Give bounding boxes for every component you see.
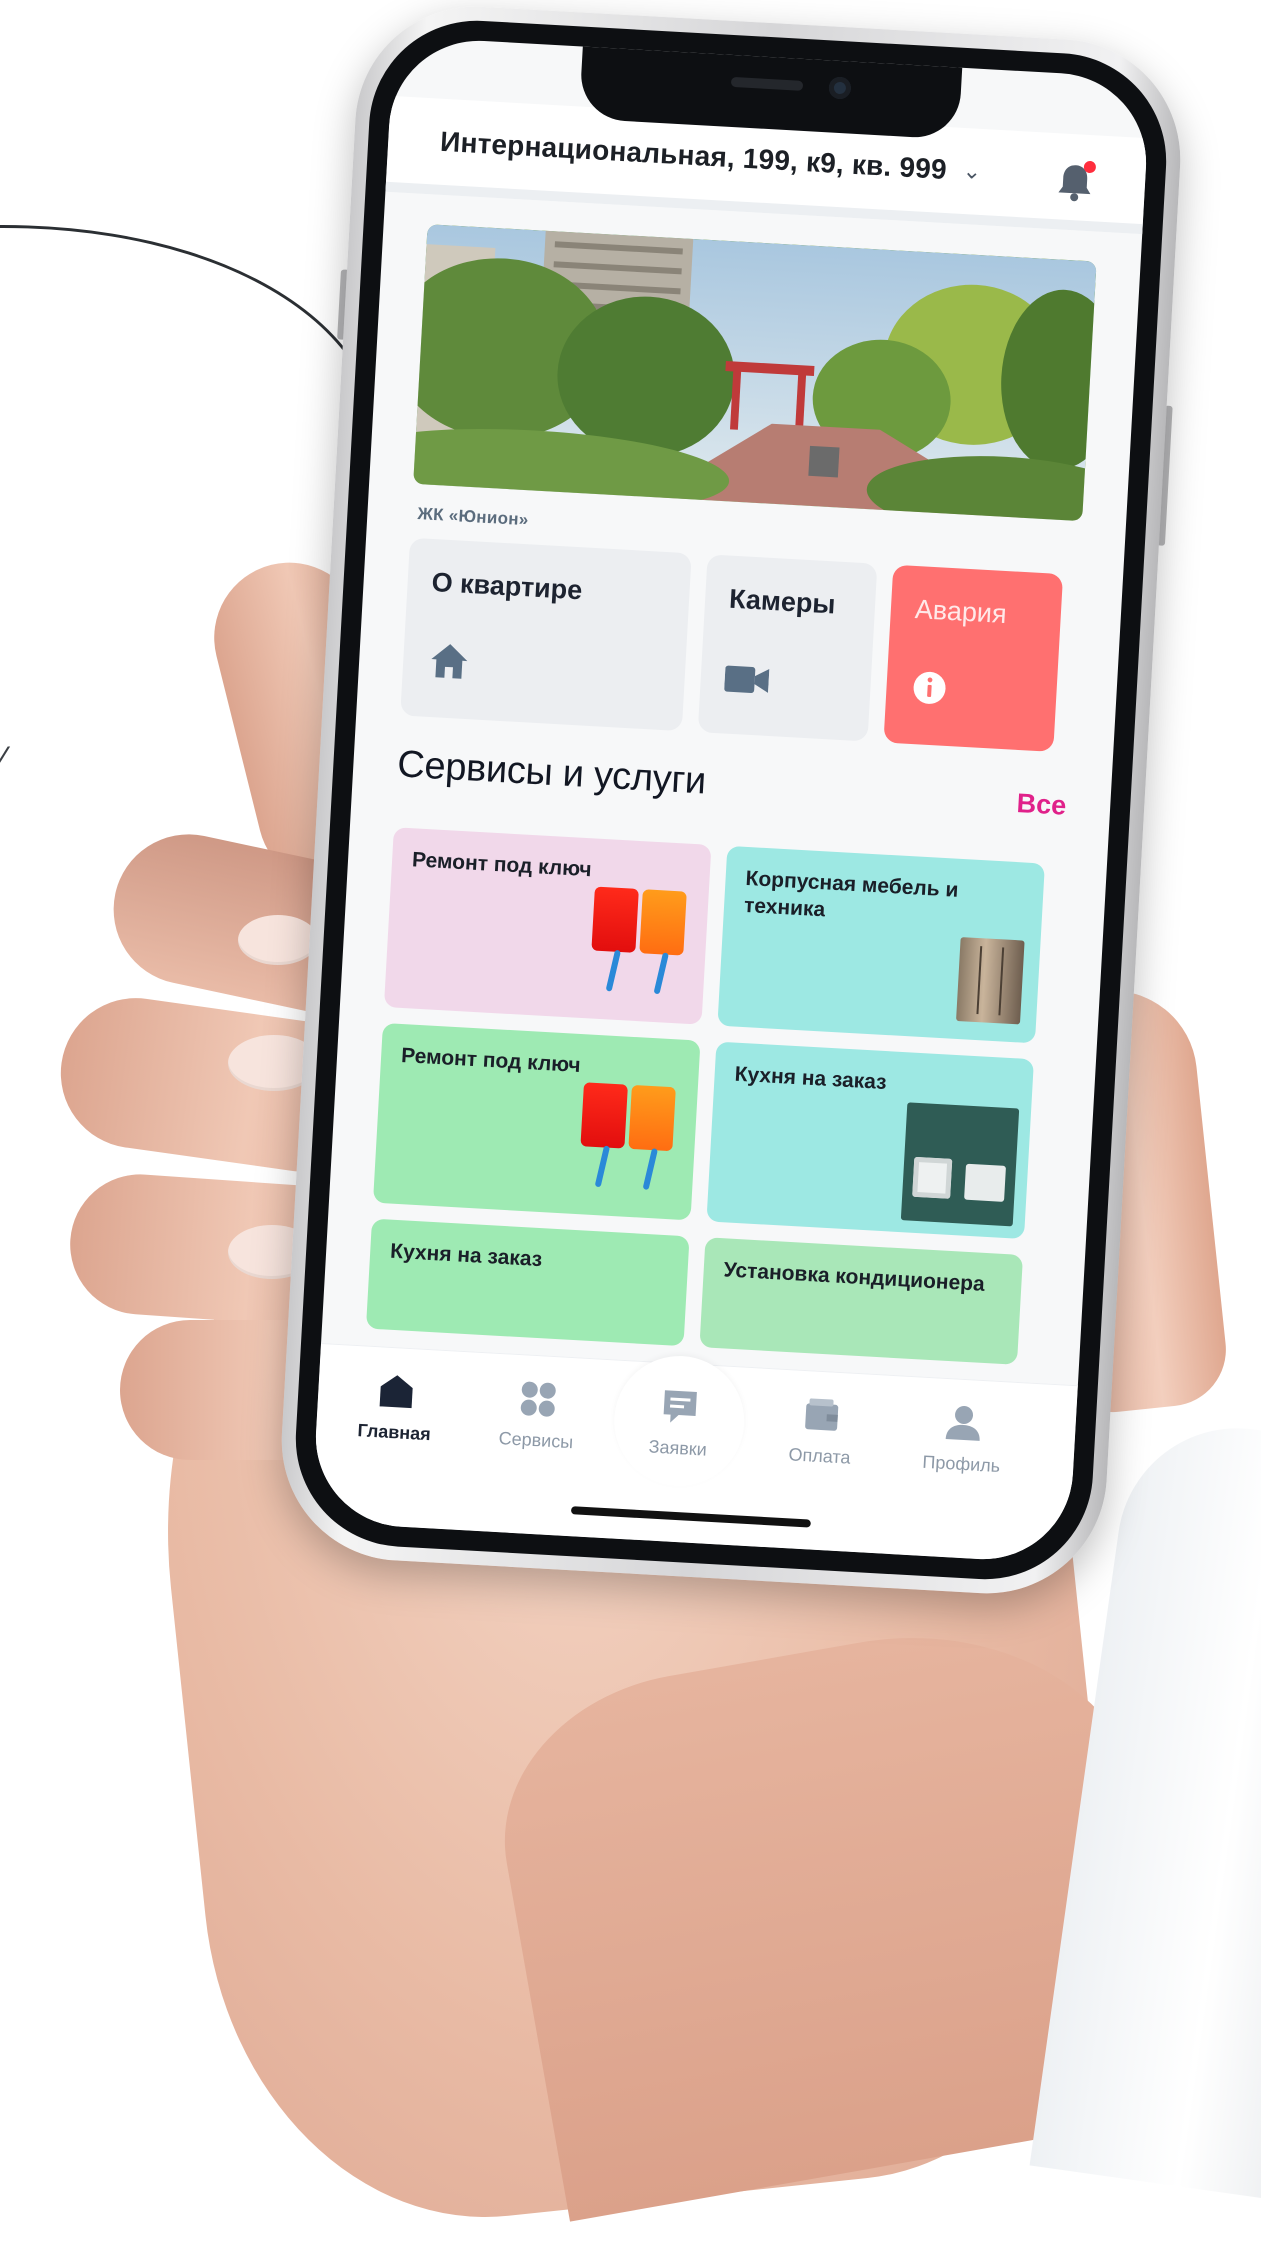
alarm-tile-label: Авария — [914, 593, 1008, 630]
tab-payment[interactable]: Оплата — [749, 1392, 893, 1471]
user-icon — [944, 1403, 984, 1443]
apartment-tile-label: О квартире — [430, 566, 584, 606]
fingernail — [238, 915, 318, 965]
service-card-label: Ремонт под ключ — [411, 848, 593, 882]
service-card-renovation[interactable]: Ремонт под ключ — [383, 827, 712, 1025]
home-indicator[interactable] — [570, 1506, 811, 1528]
complex-banner-image[interactable] — [413, 224, 1097, 522]
decorative-mark: ⁄ — [0, 740, 6, 778]
notification-dot — [1083, 160, 1097, 174]
complex-name-label: ЖК «Юнион» — [416, 504, 530, 530]
service-card-label: Корпусная мебель и техника — [743, 866, 959, 922]
all-services-link[interactable]: Все — [1016, 788, 1067, 822]
tab-label: Профиль — [921, 1451, 1001, 1477]
app-screen: Интернациональная, 199, к9, кв. 999 ⌄ ЖК… — [311, 36, 1151, 1564]
services-section-title: Сервисы и услуги — [396, 743, 707, 803]
service-card-label: Установка кондиционера — [723, 1258, 986, 1296]
service-card-label: Кухня на заказ — [734, 1062, 888, 1095]
service-card-kitchen[interactable]: Кухня на заказ — [706, 1041, 1034, 1240]
tab-home[interactable]: Главная — [324, 1368, 468, 1447]
tab-label: Оплата — [788, 1444, 851, 1468]
service-card-label: Ремонт под ключ — [400, 1044, 582, 1077]
cameras-tile[interactable]: Камеры — [697, 554, 878, 742]
home-icon — [428, 641, 470, 686]
service-card-furniture[interactable]: Корпусная мебель и техника — [717, 845, 1045, 1044]
home-icon — [376, 1371, 416, 1411]
video-camera-icon — [724, 663, 770, 700]
alarm-tile[interactable]: Авария — [883, 564, 1064, 752]
service-card-renovation[interactable]: Ремонт под ключ — [372, 1022, 701, 1221]
paint-roller-icon — [578, 1082, 676, 1195]
chat-icon — [660, 1387, 700, 1427]
chevron-down-icon[interactable]: ⌄ — [962, 158, 982, 185]
paint-roller-icon — [589, 886, 687, 1000]
speaker-grille — [730, 76, 804, 91]
service-card-label: Кухня на заказ — [389, 1239, 543, 1272]
tab-requests[interactable]: Заявки — [607, 1352, 751, 1490]
tab-label: Главная — [357, 1420, 432, 1445]
kitchen-icon — [900, 1102, 1020, 1227]
front-camera — [828, 76, 852, 100]
tab-label: Сервисы — [498, 1428, 574, 1453]
service-card-kitchen[interactable]: Кухня на заказ — [365, 1218, 690, 1347]
service-card-air-conditioner[interactable]: Установка кондиционера — [699, 1237, 1024, 1365]
cameras-tile-label: Камеры — [728, 583, 837, 620]
wardrobe-icon — [956, 937, 1025, 1025]
bell-icon[interactable] — [1056, 160, 1097, 203]
grid-icon — [518, 1379, 558, 1419]
info-icon — [911, 670, 947, 711]
apartment-tile[interactable]: О квартире — [400, 537, 692, 732]
tab-services[interactable]: Сервисы — [465, 1376, 609, 1455]
wallet-icon — [802, 1395, 842, 1435]
phone-device: Интернациональная, 199, к9, кв. 999 ⌄ ЖК… — [275, 0, 1187, 1600]
tab-profile[interactable]: Профиль — [891, 1400, 1035, 1479]
